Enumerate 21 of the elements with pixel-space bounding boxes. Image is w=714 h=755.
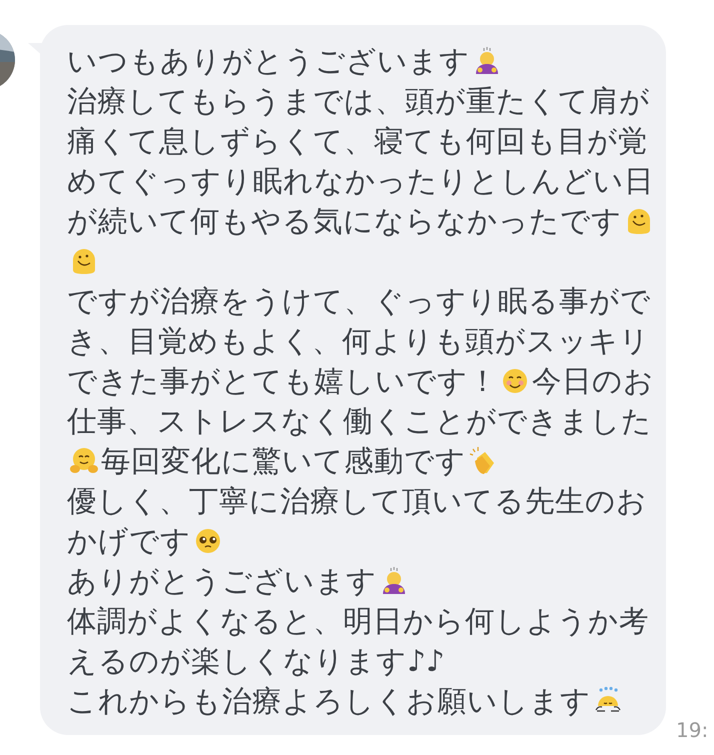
- message-text: 体調がよくなると、明日から何しようか考: [67, 603, 649, 640]
- message-text: いつもありがとうございます: [67, 43, 470, 80]
- message-text: できた事がとても嬉しいです！: [67, 363, 498, 400]
- pleading-face-icon: [193, 526, 223, 556]
- message-text: 今日のお: [532, 363, 654, 400]
- message-text: これからも治療よろしくお願いします: [67, 683, 591, 720]
- message-text: 優しく、丁寧に治療して頂いてる先生のお: [67, 483, 647, 520]
- message-text: ありがとうございます: [67, 563, 377, 600]
- message-text: 治療してもらうまでは、頭が重たくて肩が: [67, 83, 650, 120]
- hugging-face-icon: [69, 446, 99, 476]
- message-text: えるのが楽しくなります♪♪: [67, 643, 445, 680]
- message-text: かげです: [67, 523, 191, 560]
- smiling-face-icon: [500, 366, 530, 396]
- message-text: き、目覚めもよく、何よりも頭がスッキリ: [67, 323, 650, 360]
- message-text: ですが治療をうけて、ぐっすり眠る事がで: [67, 283, 651, 320]
- message-text: が続いて何もやる気にならなかったです: [67, 203, 622, 240]
- timestamp: 19:: [676, 717, 708, 744]
- message-text: めてぐっすり眠れなかったりとしんどい日: [67, 163, 654, 200]
- message-text: 痛くて息しずらくて、寝ても何回も目が覚: [67, 123, 648, 160]
- message-text: 毎回変化に驚いて感動です: [101, 443, 466, 480]
- message-text: 仕事、ストレスなく働くことができました: [67, 403, 652, 440]
